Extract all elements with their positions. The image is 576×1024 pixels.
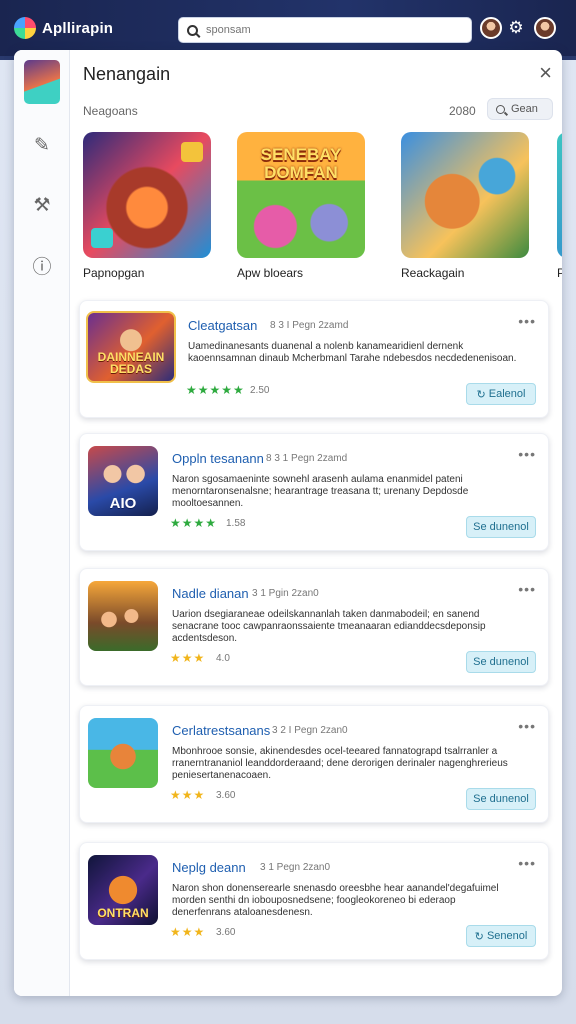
featured-name: Reackagain: [401, 266, 465, 280]
search-input[interactable]: [206, 24, 446, 36]
rating-value: 2.50: [250, 385, 270, 396]
section-count: 2080: [449, 104, 476, 118]
more-options-icon[interactable]: •••: [518, 313, 536, 329]
app-logo-icon[interactable]: [14, 17, 36, 39]
featured-name: Papnopgan: [83, 266, 145, 280]
install-button[interactable]: ↻ Ealenol: [466, 383, 536, 405]
install-button[interactable]: Se dunenol: [466, 788, 536, 810]
app-description: Mbonhrooe sonsie, akinendesdes ocel-teea…: [172, 746, 508, 781]
more-options-icon[interactable]: •••: [518, 855, 536, 871]
app-card[interactable]: DAINNEAIN DEDAS Cleatgatsan 8 3 I Pegn 2…: [79, 300, 549, 418]
app-title[interactable]: Nadle dianan: [172, 586, 249, 601]
settings-gear-icon[interactable]: ⚙: [506, 18, 526, 38]
rating-value: 3.60: [216, 927, 236, 938]
install-label: Ealenol: [488, 388, 526, 400]
featured-art: SENEBAY DOMFAN: [237, 132, 365, 258]
more-options-icon[interactable]: •••: [518, 718, 536, 734]
featured-art-text: SENEBAY DOMFAN: [260, 145, 342, 182]
pen-icon[interactable]: ✎: [30, 134, 54, 158]
search-box[interactable]: [178, 17, 472, 43]
app-icon[interactable]: [88, 718, 158, 788]
app-description: Uarion dsegiaraneae odeilskannanlah take…: [172, 609, 486, 644]
install-label: Se dunenol: [473, 521, 529, 533]
star-rating: ★★★★: [170, 516, 218, 530]
install-button[interactable]: ↻ Senenol: [466, 925, 536, 947]
filter-search-button[interactable]: Gean: [487, 98, 553, 120]
featured-art: [557, 132, 562, 258]
app-description: Naron shon donenserearle snenasdo oreesb…: [172, 883, 499, 918]
install-label: Se dunenol: [473, 793, 529, 805]
store-window: ✎ ⚒ ⓘ Nenangain × Neagoans 2080 Gean Pap…: [14, 50, 562, 996]
app-icon[interactable]: AIO: [88, 446, 158, 516]
app-icon-text: AIO: [109, 495, 137, 512]
app-title[interactable]: Cleatgatsan: [188, 318, 257, 333]
featured-name: P: [557, 266, 562, 280]
app-name: Apllirapin: [42, 19, 114, 37]
app-card[interactable]: Cerlatrestsanans 3 2 I Pegn 2zan0 ••• Mb…: [79, 705, 549, 823]
install-label: Senenol: [486, 930, 528, 942]
install-label: Se dunenol: [473, 656, 529, 668]
featured-item[interactable]: Reackagain: [401, 132, 529, 280]
install-button[interactable]: Se dunenol: [466, 651, 536, 673]
app-card[interactable]: ONTRAN Neplg deann 3 1 Pegn 2zan0 ••• Na…: [79, 842, 549, 960]
star-rating: ★★★: [170, 925, 206, 939]
featured-art: [401, 132, 529, 258]
info-icon[interactable]: ⓘ: [30, 256, 54, 280]
rating-value: 4.0: [216, 653, 230, 664]
search-icon: [187, 24, 198, 36]
more-options-icon[interactable]: •••: [518, 446, 536, 462]
rail-app-thumbnail[interactable]: [24, 60, 60, 104]
rating-value: 3.60: [216, 790, 236, 801]
badge-icon: [181, 142, 203, 162]
section-label: Neagoans: [83, 104, 138, 118]
featured-item[interactable]: P: [557, 132, 562, 280]
app-icon[interactable]: [88, 581, 158, 651]
badge-icon: [91, 228, 113, 248]
main-panel: Nenangain × Neagoans 2080 Gean Papnopgan…: [71, 50, 562, 996]
panel-title: Nenangain: [83, 64, 171, 84]
app-description: Naron sgosamaeninte sownehl arasenh aula…: [172, 474, 469, 509]
search-icon: [496, 104, 505, 114]
profile-avatar[interactable]: [534, 17, 556, 39]
featured-art: [83, 132, 211, 258]
close-icon[interactable]: ×: [539, 62, 552, 84]
app-icon-text: ONTRAN: [97, 906, 149, 920]
side-rail: ✎ ⚒ ⓘ: [14, 50, 70, 996]
filter-label: Gean: [511, 103, 538, 115]
featured-name: Apw bloears: [237, 266, 304, 280]
app-title[interactable]: Neplg deann: [172, 860, 246, 875]
user-avatar[interactable]: [480, 17, 502, 39]
app-title[interactable]: Cerlatrestsanans: [172, 723, 270, 738]
top-bar: Apllirapin ⚙: [0, 0, 576, 56]
app-icon-text: DAINNEAIN DEDAS: [97, 350, 165, 376]
app-title[interactable]: Oppln tesanann: [172, 451, 264, 466]
app-icon[interactable]: ONTRAN: [88, 855, 158, 925]
rating-value: 1.58: [226, 518, 246, 529]
star-rating: ★★★: [170, 788, 206, 802]
app-meta: 3 1 Pegn 2zan0: [260, 862, 331, 873]
install-button[interactable]: Se dunenol: [466, 516, 536, 538]
app-card[interactable]: AIO Oppln tesanann 8 3 1 Pegn 2zamd ••• …: [79, 433, 549, 551]
app-meta: 3 1 Pgin 2zan0: [252, 588, 319, 599]
app-meta: 3 2 I Pegn 2zan0: [272, 725, 348, 736]
star-rating: ★★★★★: [186, 383, 245, 397]
featured-carousel[interactable]: Papnopgan SENEBAY DOMFAN Apw bloears Rea…: [83, 132, 562, 282]
app-icon[interactable]: DAINNEAIN DEDAS: [86, 311, 176, 383]
app-meta: 8 3 I Pegn 2zamd: [270, 320, 349, 331]
app-meta: 8 3 1 Pegn 2zamd: [266, 453, 348, 464]
app-card[interactable]: Nadle dianan 3 1 Pgin 2zan0 ••• Uarion d…: [79, 568, 549, 686]
featured-item[interactable]: Papnopgan: [83, 132, 211, 280]
star-rating: ★★★: [170, 651, 206, 665]
tools-icon[interactable]: ⚒: [30, 194, 54, 218]
app-description: Uamedinanesants duanenal a nolenb kaname…: [188, 341, 517, 364]
more-options-icon[interactable]: •••: [518, 581, 536, 597]
featured-item[interactable]: SENEBAY DOMFAN Apw bloears: [237, 132, 365, 280]
